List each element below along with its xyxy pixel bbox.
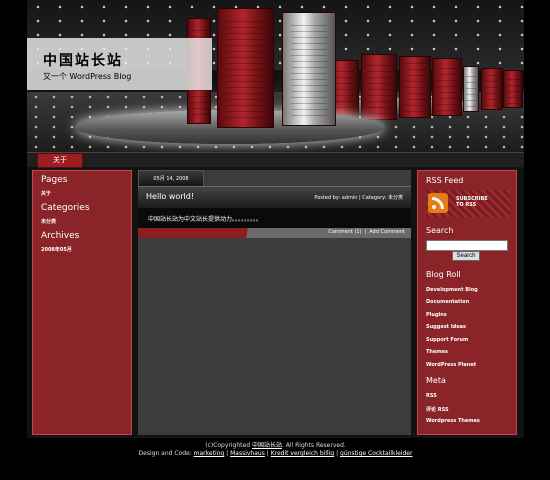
footer-separator: | <box>266 450 269 457</box>
rss-label: SUBSCRIBE TO RSS <box>456 196 488 208</box>
blogroll-heading: Blog Roll <box>426 270 461 279</box>
banner-server <box>399 56 431 118</box>
footer-link-kredit[interactable]: Kredit vergleich billig <box>271 450 334 457</box>
meta-heading: Meta <box>426 376 446 385</box>
search-button[interactable]: Search <box>452 251 480 261</box>
copyright-suffix: . All Rights Reserved. <box>281 442 346 449</box>
banner-server <box>463 66 479 112</box>
post-meta: Posted by: admin | Category: 未分类 <box>314 195 403 201</box>
banner-server <box>503 70 523 108</box>
banner-server <box>217 8 274 128</box>
right-sidebar: RSS Feed SUBSCRIBE TO RSS Search Search … <box>417 170 517 435</box>
blogroll-link-documentation[interactable]: Documentation <box>426 299 469 305</box>
blogroll-link-support-forum[interactable]: Support Forum <box>426 337 468 343</box>
post-title[interactable]: Hello world! <box>146 192 194 201</box>
blogroll-link-plugins[interactable]: Plugins <box>426 312 447 318</box>
archives-item[interactable]: 2008年05月 <box>41 246 131 253</box>
footer-credits: Design and Code: marketing | Massivhaus … <box>27 450 524 457</box>
post-body: 中国站长站为中文站长提供动力。。。。。。。。。 <box>138 208 411 228</box>
left-sidebar: Pages 关于 Categories 未分类 Archives 2008年05… <box>32 170 132 435</box>
blogroll-link-development-blog[interactable]: Development Blog <box>426 287 478 293</box>
blogroll-link-wordpress-planet[interactable]: WordPress Planet <box>426 362 476 368</box>
rss-icon <box>428 193 448 213</box>
footer-separator: | <box>336 450 339 457</box>
meta-link-wordpress-themes[interactable]: Wordpress Themes <box>426 418 480 424</box>
page: 中国站长站 又一个 WordPress Blog 关于 Pages 关于 Cat… <box>27 0 524 480</box>
blogroll-link-themes[interactable]: Themes <box>426 349 448 355</box>
nav-bar: 关于 <box>27 152 524 168</box>
post-footer-links: Comment (1) | Add Comment <box>328 229 405 235</box>
meta-link-rss[interactable]: RSS <box>426 393 437 399</box>
nav-tab-about[interactable]: 关于 <box>37 153 83 168</box>
add-comment-link[interactable]: Add Comment <box>369 229 405 235</box>
design-prefix: Design and Code: <box>138 450 192 457</box>
banner-server <box>361 54 397 120</box>
footer-link-cocktailkleider[interactable]: günstige Cocktailkleider <box>340 450 412 457</box>
post-date: 05月 14, 2008 <box>138 170 204 186</box>
categories-item[interactable]: 未分类 <box>41 218 131 225</box>
search-heading: Search <box>426 226 454 235</box>
comments-link[interactable]: Comment (1) <box>328 229 361 235</box>
rss-subscribe-button[interactable]: SUBSCRIBE TO RSS <box>426 190 510 217</box>
post-footer: Comment (1) | Add Comment <box>138 228 411 238</box>
banner-server <box>282 12 336 126</box>
main-content: 05月 14, 2008 Hello world! Posted by: adm… <box>138 170 411 435</box>
blogroll-link-suggest-ideas[interactable]: Suggest Ideas <box>426 324 466 330</box>
footer-copyright: (c)Copyrighted 中国站长站. All Rights Reserve… <box>27 440 524 449</box>
site-title[interactable]: 中国站长站 <box>43 50 123 70</box>
archives-heading: Archives <box>41 231 80 241</box>
pages-item[interactable]: 关于 <box>41 190 131 197</box>
copyright-prefix: (c)Copyrighted <box>205 442 251 449</box>
post-text: 中国站长站为中文站长提供动力。。。。。。。。。 <box>148 216 263 223</box>
footer: (c)Copyrighted 中国站长站. All Rights Reserve… <box>27 438 524 480</box>
search-input[interactable] <box>426 240 508 251</box>
meta-link-comments-rss[interactable]: 评论 RSS <box>426 406 449 413</box>
footer-separator: | <box>364 229 367 235</box>
categories-heading: Categories <box>41 203 90 213</box>
banner-server <box>481 68 503 110</box>
footer-link-marketing[interactable]: marketing <box>194 450 225 457</box>
pages-heading: Pages <box>41 175 68 185</box>
site-subtitle: 又一个 WordPress Blog <box>43 72 132 81</box>
footer-separator: | <box>226 450 229 457</box>
rss-heading: RSS Feed <box>426 176 464 185</box>
banner-server <box>432 58 462 116</box>
header-banner: 中国站长站 又一个 WordPress Blog <box>27 0 524 152</box>
copyright-link[interactable]: 中国站长站 <box>252 442 282 449</box>
post-header: Hello world! Posted by: admin | Category… <box>138 186 411 208</box>
footer-link-massivhaus[interactable]: Massivhaus <box>230 450 265 457</box>
